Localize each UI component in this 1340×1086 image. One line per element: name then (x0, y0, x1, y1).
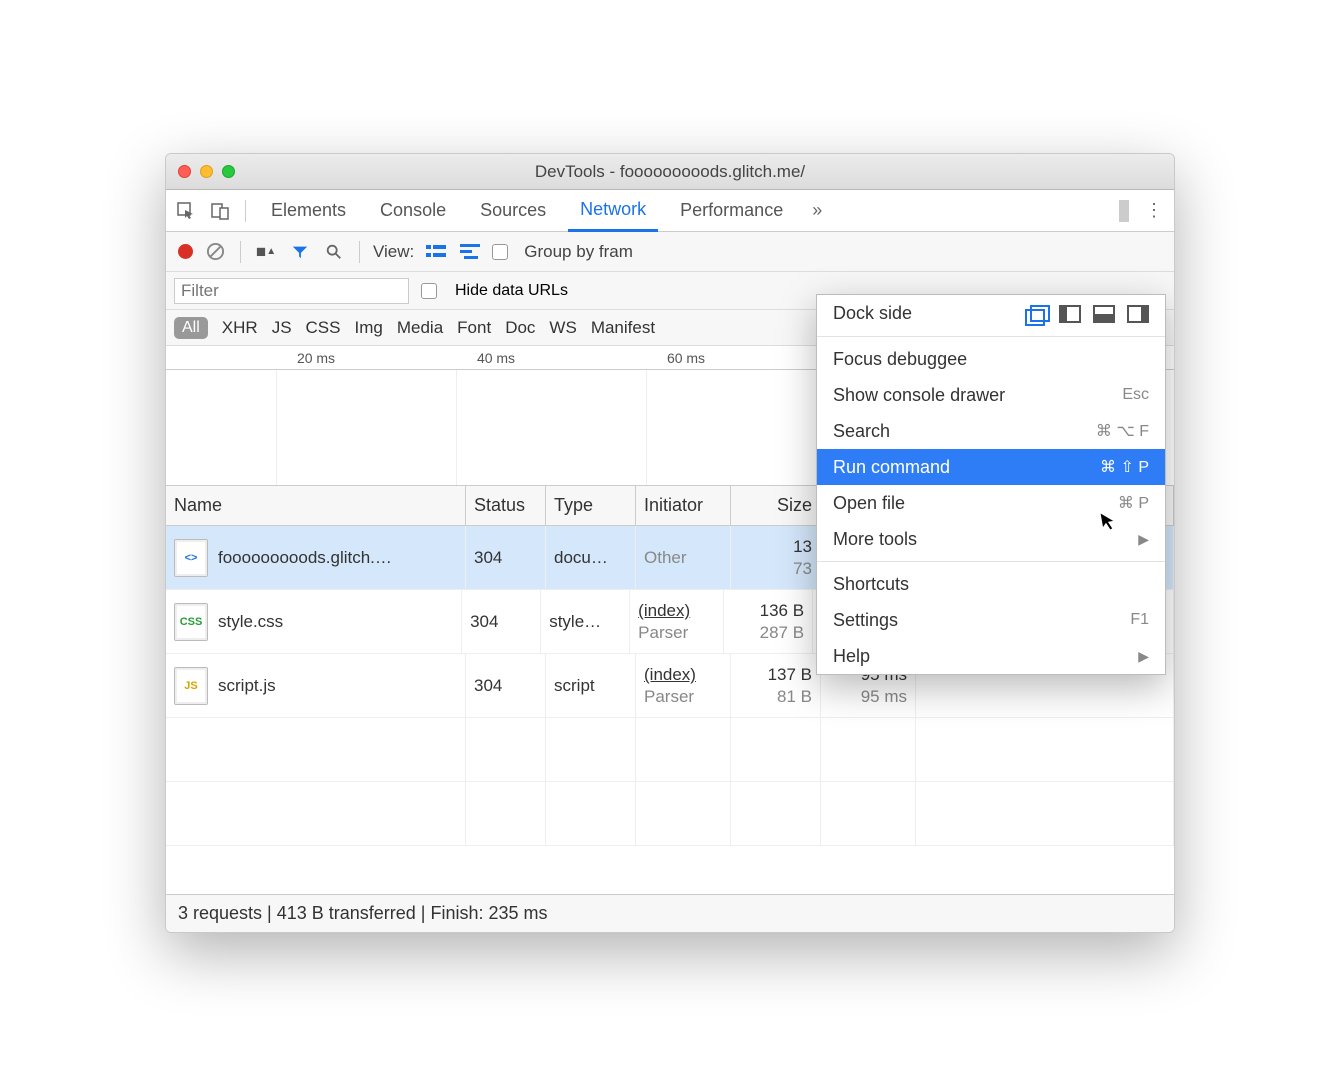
search-icon[interactable] (322, 240, 346, 264)
titlebar: DevTools - fooooooooods.glitch.me/ (166, 154, 1174, 190)
dock-bottom-icon[interactable] (1093, 305, 1115, 323)
menu-shortcuts[interactable]: Shortcuts (817, 566, 1165, 602)
dock-undock-icon[interactable] (1025, 305, 1047, 323)
timeline-tick: 40 ms (477, 350, 515, 366)
status-bar: 3 requests | 413 B transferred | Finish:… (166, 894, 1174, 932)
document-icon: <> (174, 539, 208, 577)
type-manifest[interactable]: Manifest (591, 318, 655, 338)
type-all[interactable]: All (174, 317, 208, 339)
type-doc[interactable]: Doc (505, 318, 535, 338)
record-icon[interactable] (178, 244, 193, 259)
table-row (166, 718, 1174, 782)
col-size[interactable]: Size (731, 486, 821, 525)
type-js[interactable]: JS (272, 318, 292, 338)
tab-sources[interactable]: Sources (468, 191, 558, 230)
inspect-icon[interactable] (174, 199, 198, 223)
dock-side-label: Dock side (833, 303, 912, 324)
device-toggle-icon[interactable] (208, 199, 232, 223)
window-title: DevTools - fooooooooods.glitch.me/ (166, 162, 1174, 182)
table-row (166, 782, 1174, 846)
group-checkbox[interactable] (492, 244, 508, 260)
timeline-tick: 20 ms (297, 350, 335, 366)
main-menu: Dock side Focus debuggee Show console dr… (816, 294, 1166, 675)
type-ws[interactable]: WS (549, 318, 576, 338)
clear-icon[interactable] (203, 240, 227, 264)
network-toolbar: ■▲ View: Group by fram (166, 232, 1174, 272)
col-initiator[interactable]: Initiator (636, 486, 731, 525)
menu-help[interactable]: Help▶ (817, 638, 1165, 674)
large-rows-icon[interactable] (424, 240, 448, 264)
group-label: Group by fram (524, 242, 633, 262)
divider (1119, 200, 1129, 222)
tab-elements[interactable]: Elements (259, 191, 358, 230)
divider (240, 241, 241, 263)
tab-performance[interactable]: Performance (668, 191, 795, 230)
type-img[interactable]: Img (355, 318, 383, 338)
dock-left-icon[interactable] (1059, 305, 1081, 323)
menu-separator (817, 336, 1165, 337)
more-tabs-icon[interactable]: » (805, 199, 829, 223)
type-xhr[interactable]: XHR (222, 318, 258, 338)
kebab-menu-icon[interactable]: ⋮ (1142, 199, 1166, 223)
menu-focus-debuggee[interactable]: Focus debuggee (817, 341, 1165, 377)
filter-icon[interactable] (288, 240, 312, 264)
type-media[interactable]: Media (397, 318, 443, 338)
dock-right-icon[interactable] (1127, 305, 1149, 323)
timeline-tick: 60 ms (667, 350, 705, 366)
tab-network[interactable]: Network (568, 190, 658, 232)
view-label: View: (373, 242, 414, 262)
hide-data-urls-label: Hide data URLs (455, 282, 568, 300)
type-css[interactable]: CSS (306, 318, 341, 338)
divider (359, 241, 360, 263)
menu-separator (817, 561, 1165, 562)
menu-show-console-drawer[interactable]: Show console drawerEsc (817, 377, 1165, 413)
panel-tabs: Elements Console Sources Network Perform… (166, 190, 1174, 232)
devtools-window: DevTools - fooooooooods.glitch.me/ Eleme… (165, 153, 1175, 933)
filter-input[interactable] (174, 278, 409, 304)
overview-icon[interactable] (458, 240, 482, 264)
type-font[interactable]: Font (457, 318, 491, 338)
menu-settings[interactable]: SettingsF1 (817, 602, 1165, 638)
menu-search[interactable]: Search⌘ ⌥ F (817, 413, 1165, 449)
js-icon: JS (174, 667, 208, 705)
col-name[interactable]: Name (166, 486, 466, 525)
menu-run-command[interactable]: Run command⌘ ⇧ P (817, 449, 1165, 485)
col-status[interactable]: Status (466, 486, 546, 525)
col-type[interactable]: Type (546, 486, 636, 525)
divider (245, 200, 246, 222)
dock-side-row: Dock side (817, 295, 1165, 332)
tab-console[interactable]: Console (368, 191, 458, 230)
hide-data-urls-checkbox[interactable] (421, 283, 437, 299)
css-icon: CSS (174, 603, 208, 641)
screenshot-icon[interactable]: ■▲ (254, 240, 278, 264)
